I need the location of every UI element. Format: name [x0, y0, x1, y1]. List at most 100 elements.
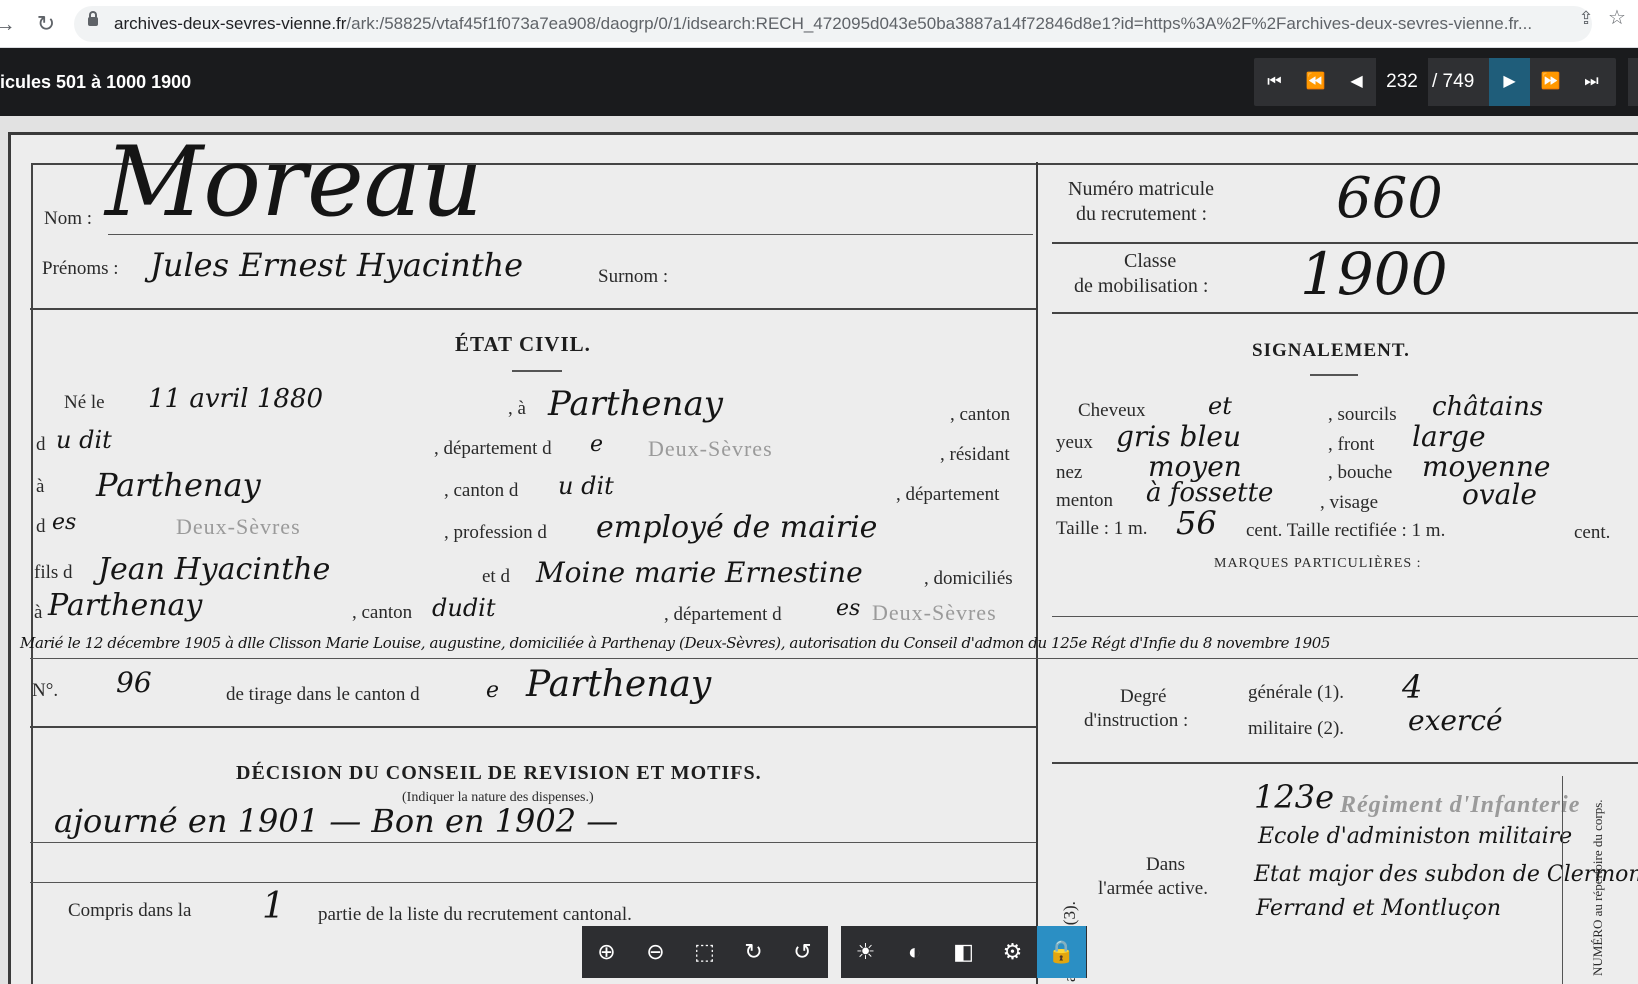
fast-forward-icon[interactable]: ⏩: [1530, 58, 1571, 106]
dans-label-1: Dans: [1146, 854, 1186, 875]
site-lock-icon[interactable]: [88, 11, 98, 26]
fils-label: fils d: [34, 562, 73, 583]
birth-date: 11 avril 1880: [148, 384, 324, 414]
cent-label: cent.: [1574, 522, 1611, 543]
zoom-area-icon[interactable]: ⬚: [680, 926, 729, 978]
corps-line-4: Ferrand et Montluçon: [1256, 896, 1502, 921]
taille-value: 56: [1176, 504, 1217, 542]
degre-rule: [1052, 762, 1638, 764]
brightness-icon[interactable]: ☀: [841, 926, 890, 978]
dept-prefix-2: es: [52, 510, 77, 535]
decision-value: ajourné en 1901 — Bon en 1902 —: [54, 802, 619, 840]
marriage-note: Marié le 12 décembre 1905 à dlle Clisson…: [20, 634, 1331, 652]
menton-label: menton: [1056, 490, 1113, 511]
reload-icon[interactable]: ↻: [32, 10, 60, 38]
viewer-header: icules 501 à 1000 1900 ⏮ ⏪ ◀ 232 / 749 ▶…: [0, 48, 1638, 116]
tirage-prefix: e: [486, 678, 500, 703]
contrast-icon[interactable]: ◐: [890, 926, 939, 978]
a-label: , à: [508, 398, 526, 419]
url-text[interactable]: archives-deux-sevres-vienne.fr/ark:/5882…: [114, 6, 1534, 42]
et-d-label: et d: [482, 566, 510, 587]
forward-icon[interactable]: →: [0, 10, 18, 38]
address-bar[interactable]: archives-deux-sevres-vienne.fr/ark:/5882…: [74, 6, 1592, 42]
compris-label: Compris dans la: [68, 900, 192, 921]
domicile: Parthenay: [48, 588, 203, 623]
canton-value-3: dudit: [432, 594, 496, 622]
rewind-icon[interactable]: ⏪: [1295, 58, 1336, 106]
url-host: archives-deux-sevres-vienne.fr: [114, 14, 347, 33]
tirage-value: Parthenay: [526, 664, 712, 705]
canton-label: , canton: [950, 404, 1011, 425]
taille-label: Taille : 1 m.: [1056, 518, 1148, 539]
degre-label-1: Degré: [1120, 686, 1167, 707]
dept-prefix-3: es: [836, 596, 861, 621]
nom-value: Moreau: [105, 126, 483, 238]
first-page-icon[interactable]: ⏮: [1254, 58, 1295, 106]
rotate-right-icon[interactable]: ↻: [729, 926, 778, 978]
header-extra-button[interactable]: [1628, 58, 1638, 106]
residence: Parthenay: [96, 466, 261, 504]
canton-row6-label: , canton: [352, 602, 413, 623]
corps-number: 123e: [1254, 778, 1335, 816]
rotate-left-icon[interactable]: ↺: [778, 926, 827, 978]
prenoms-label: Prénoms :: [42, 258, 119, 279]
etat-civil-underline: [512, 370, 562, 372]
marriage-line: [30, 658, 1638, 659]
zoom-out-icon[interactable]: ⊖: [631, 926, 680, 978]
lock-icon[interactable]: 🔒: [1037, 926, 1086, 978]
front-value: large: [1412, 420, 1486, 453]
settings-icon[interactable]: ⚙: [988, 926, 1037, 978]
page-total: / 749: [1432, 71, 1475, 92]
cheveux-label: Cheveux: [1078, 400, 1146, 421]
last-page-icon[interactable]: ⏭: [1571, 58, 1612, 106]
signalement-underline: [1310, 374, 1358, 376]
departement-row6-label: , département d: [664, 604, 782, 625]
header-rule: [30, 308, 1036, 310]
taille-rest: cent. Taille rectifiée : 1 m.: [1246, 520, 1446, 541]
invert-icon[interactable]: ◧: [939, 926, 988, 978]
canton-value-2: u dit: [558, 472, 614, 500]
zoom-in-icon[interactable]: ⊕: [582, 926, 631, 978]
generale-label: générale (1).: [1248, 682, 1344, 703]
share-icon[interactable]: ⇪: [1576, 8, 1596, 28]
document-viewport[interactable]: Nom : Moreau Prénoms : Jules Ernest Hyac…: [0, 116, 1638, 984]
degre-label-2: d'instruction :: [1084, 710, 1189, 731]
classe-label-1: Classe: [1124, 250, 1177, 272]
browser-toolbar: → ↻ archives-deux-sevres-vienne.fr/ark:/…: [0, 0, 1638, 48]
mother-name: Moine marie Ernestine: [536, 556, 863, 589]
marques-line: [1052, 616, 1638, 617]
row3-a: à: [36, 476, 45, 497]
profession-label: , profession d: [444, 522, 547, 543]
corps-column-line: [1562, 776, 1563, 984]
dept-printed-3: Deux-Sèvres: [872, 600, 997, 625]
nom-line: [108, 234, 1033, 235]
matricule-value: 660: [1336, 166, 1443, 231]
nom-label: Nom :: [44, 208, 93, 229]
corps-side-label: NUMÉRO au répertoire du corps.: [1590, 799, 1605, 976]
url-path: /ark:/58825/vtaf45f1f073a7ea908/daogrp/0…: [346, 14, 1533, 33]
bouche-label: , bouche: [1328, 462, 1393, 483]
compris-value: 1: [262, 886, 285, 927]
prenoms-value: Jules Ernest Hyacinthe: [150, 246, 524, 284]
previous-page-icon[interactable]: ◀: [1336, 58, 1377, 106]
classe-rule: [1052, 312, 1638, 314]
father-name: Jean Hyacinthe: [98, 552, 331, 587]
bookmark-star-icon[interactable]: ☆: [1606, 7, 1628, 29]
row6-a: à: [34, 602, 43, 623]
decision-line-2: [30, 882, 1036, 883]
yeux-label: yeux: [1056, 432, 1093, 453]
classe-value: 1900: [1300, 240, 1448, 308]
surnom-label: Surnom :: [598, 266, 669, 287]
front-label: , front: [1328, 434, 1375, 455]
decision-heading: DÉCISION DU CONSEIL DE REVISION ET MOTIF…: [236, 762, 762, 784]
etat-civil-heading: ÉTAT CIVIL.: [455, 332, 591, 356]
next-page-icon[interactable]: ▶: [1489, 58, 1530, 106]
domicilies-label: , domiciliés: [924, 568, 1013, 589]
page-navigator: ⏮ ⏪ ◀ 232 / 749 ▶ ⏩ ⏭: [1254, 58, 1616, 106]
marques-heading: MARQUES PARTICULIÈRES :: [1214, 556, 1422, 571]
page-number-input[interactable]: 232: [1376, 58, 1428, 106]
cheveux-value: et: [1208, 392, 1232, 420]
ne-le-label: Né le: [64, 392, 105, 413]
row4-d: d: [36, 516, 46, 537]
row2-d: d: [36, 434, 46, 455]
